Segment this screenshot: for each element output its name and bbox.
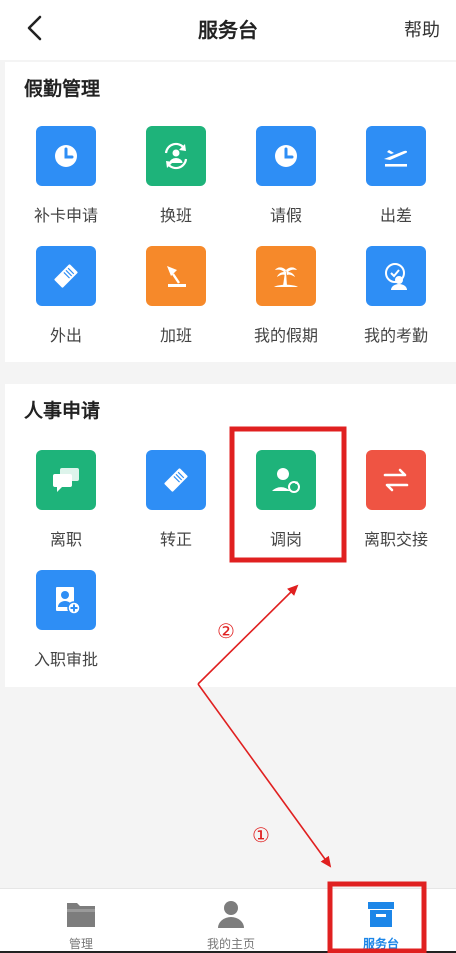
user-add-icon bbox=[36, 570, 96, 630]
leave-management-section: 假勤管理 补卡申请 换班 请假 出差 外出 加班 我的假期 我的考勤 bbox=[5, 62, 456, 362]
grid-item-label: 加班 bbox=[159, 326, 192, 345]
grid-item-label: 离职 bbox=[49, 530, 82, 549]
page-title: 服务台 bbox=[198, 18, 258, 42]
eraser-icon bbox=[36, 246, 96, 306]
tab-management[interactable]: 管理 bbox=[5, 889, 157, 953]
chat-bubbles-icon bbox=[36, 450, 96, 510]
grid-item-label: 离职交接 bbox=[363, 530, 428, 549]
annotation-step-1: ① bbox=[252, 823, 270, 847]
grid-item-leave-request[interactable]: 请假 bbox=[230, 126, 340, 236]
grid-item-my-vacation[interactable]: 我的假期 bbox=[230, 246, 340, 356]
user-check-icon bbox=[366, 246, 426, 306]
user-transfer-icon bbox=[256, 450, 316, 510]
swap-shift-icon bbox=[146, 126, 206, 186]
palm-tree-icon bbox=[256, 246, 316, 306]
grid-item-job-transfer[interactable]: 调岗 bbox=[230, 450, 340, 560]
grid-item-business-trip[interactable]: 出差 bbox=[340, 126, 450, 236]
grid-item-label: 我的假期 bbox=[253, 326, 318, 345]
grid-item-label: 出差 bbox=[379, 206, 412, 225]
grid-item-regularization[interactable]: 转正 bbox=[120, 450, 230, 560]
grid-item-label: 请假 bbox=[269, 206, 302, 225]
clock-icon bbox=[256, 126, 316, 186]
grid-item-label: 转正 bbox=[159, 530, 192, 549]
help-button[interactable]: 帮助 bbox=[404, 16, 440, 42]
grid-item-going-out[interactable]: 外出 bbox=[10, 246, 120, 356]
grid-item-label: 换班 bbox=[159, 206, 192, 225]
tab-label: 我的主页 bbox=[206, 937, 255, 951]
grid-item-resignation-handover[interactable]: 离职交接 bbox=[340, 450, 450, 560]
airplane-icon bbox=[366, 126, 426, 186]
grid-item-my-attendance[interactable]: 我的考勤 bbox=[340, 246, 450, 356]
section-title: 假勤管理 bbox=[24, 78, 101, 100]
grid-item-label: 我的考勤 bbox=[363, 326, 428, 345]
grid-item-shift-swap[interactable]: 换班 bbox=[120, 126, 230, 236]
grid-item-resignation[interactable]: 离职 bbox=[10, 450, 120, 560]
tab-label: 管理 bbox=[68, 937, 93, 951]
eraser-icon bbox=[146, 450, 206, 510]
tab-service-desk[interactable]: 服务台 bbox=[305, 889, 456, 953]
exchange-arrows-icon bbox=[366, 450, 426, 510]
annotation-arrow-to-service-desk bbox=[197, 683, 332, 868]
archive-box-icon bbox=[368, 902, 394, 927]
desk-lamp-icon bbox=[146, 246, 206, 306]
grid-item-onboarding-approval[interactable]: 入职审批 bbox=[10, 570, 120, 680]
grid-item-overtime[interactable]: 加班 bbox=[120, 246, 230, 356]
grid-item-label: 外出 bbox=[49, 326, 82, 345]
grid-item-label: 入职审批 bbox=[33, 650, 98, 669]
hr-application-section: 人事申请 离职 转正 调岗 离职交接 入职审批 bbox=[5, 384, 456, 687]
grid-item-makeup-clock[interactable]: 补卡申请 bbox=[10, 126, 120, 236]
bottom-tab-bar: 管理 我的主页 服务台 bbox=[0, 888, 456, 953]
folder-icon bbox=[67, 903, 95, 927]
tab-label: 服务台 bbox=[362, 937, 399, 951]
person-icon bbox=[218, 901, 244, 928]
clock-icon bbox=[36, 126, 96, 186]
grid-item-label: 补卡申请 bbox=[33, 206, 98, 225]
tab-my-homepage[interactable]: 我的主页 bbox=[155, 889, 307, 953]
top-navigation-bar: 服务台 帮助 bbox=[0, 0, 456, 60]
section-title: 人事申请 bbox=[24, 400, 101, 422]
grid-item-label: 调岗 bbox=[269, 530, 302, 549]
